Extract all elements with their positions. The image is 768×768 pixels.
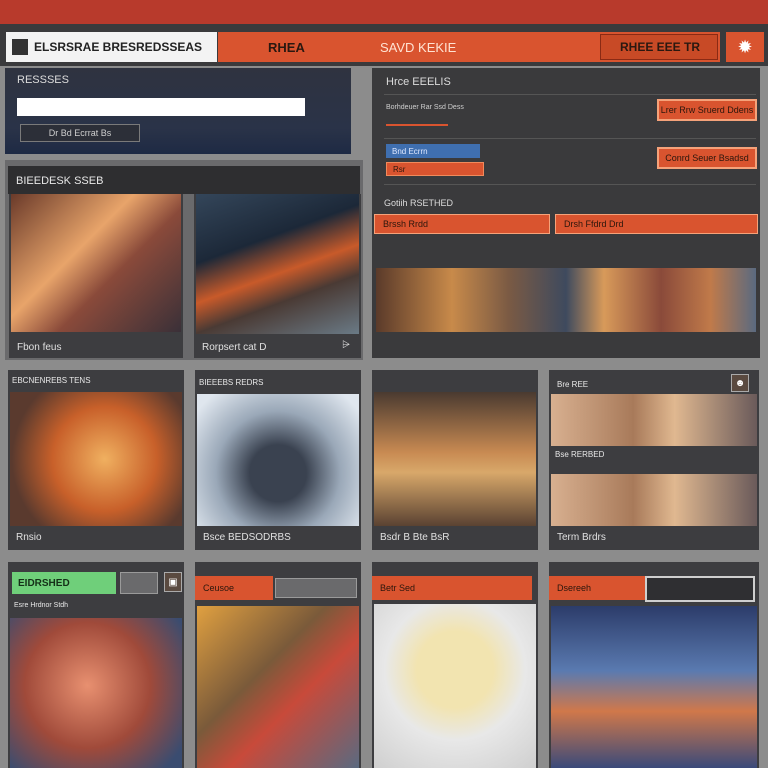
tab-bar: ELSRSRAE BRESREDSSEAS RHEA SAVD KEKIE RH… [0, 24, 768, 66]
media-card[interactable]: Bsdr B Bte BsR [372, 370, 538, 550]
avatar-icon[interactable]: ☻ [731, 374, 749, 392]
gallery-card[interactable]: Fbon feus [9, 194, 183, 358]
card-header: Ceusoe [195, 576, 273, 600]
form-divider [384, 94, 756, 95]
card-header: BIEEEBS REDRS [199, 378, 264, 387]
form-row1-underline [386, 124, 448, 126]
gallery-title: BIEEDESK SSEB [16, 175, 104, 187]
form-title: Hrce EEELIS [386, 76, 451, 88]
card-subtitle: Esre Hrdnor Stdh [14, 602, 69, 609]
card-image [551, 474, 757, 526]
tab-savd[interactable]: SAVD KEKIE [380, 32, 456, 62]
gallery-card[interactable]: Rorpsert cat D ⩥ [194, 194, 361, 358]
form-blue-button[interactable]: Bnd Ecrrn [386, 144, 480, 158]
search-button[interactable]: Dr Bd Ecrrat Bs [20, 124, 140, 142]
card-image [197, 606, 359, 768]
form-field-2[interactable]: Drsh Ffdrd Drd [555, 214, 758, 234]
form-field-1[interactable]: Brssh Rrdd [374, 214, 550, 234]
gallery-header: BIEEDESK SSEB [8, 166, 360, 194]
card-header: Dsereeh [549, 576, 645, 600]
banner-image[interactable] [376, 268, 756, 332]
card-control[interactable] [275, 578, 357, 598]
app-logo-icon [12, 39, 28, 55]
card-header: Betr Sed [372, 576, 532, 600]
app-logo-tab[interactable]: ELSRSRAE BRESREDSSEAS [6, 32, 217, 62]
image-icon[interactable]: ▣ [164, 572, 182, 592]
search-panel: RESSSES Dr Bd Ecrrat Bs [5, 68, 351, 154]
media-card[interactable]: Ceusoe [195, 562, 361, 768]
search-input[interactable] [17, 98, 305, 116]
tab-rhea[interactable]: RHEA [268, 32, 305, 62]
media-card[interactable]: EBCNENREBS TENS Rnsio [8, 370, 184, 550]
card-image [11, 194, 181, 332]
app-logo-label: ELSRSRAE BRESREDSSEAS [34, 40, 203, 54]
card-image [10, 618, 182, 768]
media-card[interactable]: Dsereeh [549, 562, 759, 768]
media-card[interactable]: BIEEEBS REDRS Bsce BEDSODRBS [195, 370, 361, 550]
share-icon[interactable]: ⩥ [342, 340, 350, 351]
card-image [196, 194, 359, 334]
tab-rhee[interactable]: RHEE EEE TR [620, 32, 700, 62]
card-caption: Rorpsert cat D [202, 342, 267, 353]
form-section-label: Gotiih RSETHED [384, 198, 454, 208]
status-tag: EIDRSHED [12, 572, 116, 594]
card-control[interactable] [120, 572, 158, 594]
form-orange-button[interactable]: Rsr [386, 162, 484, 176]
card-image [374, 392, 536, 526]
card-header: Bre REE [557, 380, 589, 389]
form-divider [384, 138, 756, 139]
settings-form-panel: Hrce EEELIS Borhdeuer Rar Ssd Dess Lrer … [372, 68, 760, 264]
form-row1-button[interactable]: Lrer Rrw Sruerd Ddens [657, 99, 757, 121]
card-caption: Rnsio [16, 532, 42, 543]
banner-panel [372, 264, 760, 358]
card-image [551, 394, 757, 446]
card-header: EBCNENREBS TENS [12, 376, 91, 385]
card-caption: Bsdr B Bte BsR [380, 532, 450, 543]
card-caption: Fbon feus [17, 342, 62, 353]
card-middle-label: Bse RERBED [555, 450, 605, 459]
media-card[interactable]: EIDRSHED ▣ Esre Hrdnor Stdh [8, 562, 184, 768]
card-control[interactable] [645, 576, 755, 602]
card-image [10, 392, 182, 526]
card-image [197, 394, 359, 526]
media-card[interactable]: Betr Sed [372, 562, 538, 768]
search-title: RESSSES [17, 74, 69, 86]
card-image [374, 604, 536, 768]
card-image [551, 606, 757, 768]
window-title-bar [0, 0, 768, 24]
gear-icon[interactable]: ✹ [726, 32, 764, 62]
gallery-panel: BIEEDESK SSEB Fbon feus Rorpsert cat D ⩥ [5, 160, 363, 360]
media-card[interactable]: Bre REE ☻ Bse RERBED Term Brdrs [549, 370, 759, 550]
form-divider [384, 184, 756, 185]
card-caption: Term Brdrs [557, 532, 606, 543]
form-row1-text: Borhdeuer Rar Ssd Dess [386, 104, 464, 111]
card-caption: Bsce BEDSODRBS [203, 532, 291, 543]
form-row2-button[interactable]: Conrd Seuer Bsadsd [657, 147, 757, 169]
